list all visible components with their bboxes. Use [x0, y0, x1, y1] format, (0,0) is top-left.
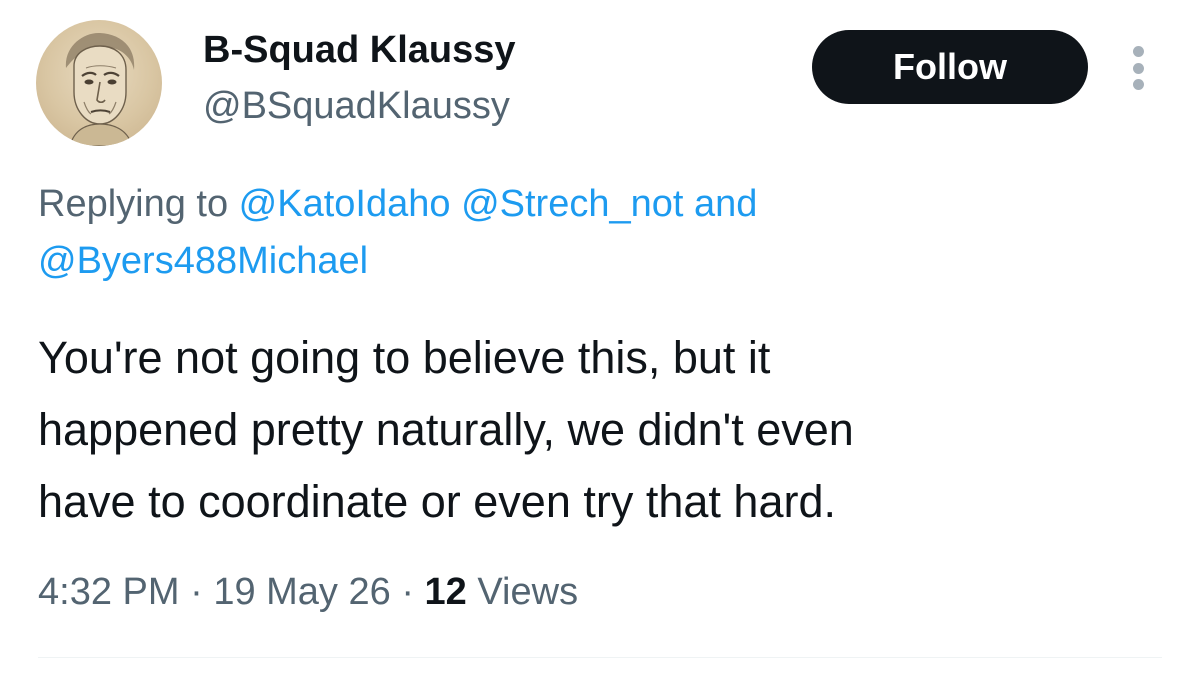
mention-link[interactable]: @KatoIdaho	[239, 183, 451, 225]
tweet-card: B-Squad Klaussy @BSquadKlaussy Follow Re…	[0, 0, 1200, 675]
replying-to-label: Replying to	[38, 183, 239, 225]
mention-link[interactable]: @Strech_not	[461, 183, 683, 225]
author-display-name[interactable]: B-Squad Klaussy	[203, 28, 516, 72]
views-count[interactable]: 12	[425, 571, 467, 613]
vertical-ellipsis-icon	[1132, 62, 1144, 74]
tweet-time[interactable]: 4:32 PM	[38, 571, 180, 613]
tweet-text-line: You're not going to believe this, but it	[38, 332, 771, 383]
author-handle[interactable]: @BSquadKlaussy	[203, 84, 510, 128]
vertical-ellipsis-icon	[1132, 79, 1144, 90]
avatar[interactable]	[36, 20, 162, 146]
mention-link[interactable]: @Byers488Michael	[38, 240, 368, 282]
views-label[interactable]: Views	[477, 571, 578, 613]
profile-portrait-icon	[65, 32, 135, 146]
more-options-button[interactable]	[1118, 40, 1158, 96]
follow-button[interactable]: Follow	[812, 30, 1088, 104]
tweet-text: You're not going to believe this, but it…	[38, 322, 1158, 538]
tweet-date[interactable]: 19 May 26	[213, 571, 390, 613]
tweet-text-line: have to coordinate or even try that hard…	[38, 476, 836, 527]
tweet-meta: 4:32 PM · 19 May 26 · 12 Views	[38, 564, 578, 620]
vertical-ellipsis-icon	[1132, 46, 1144, 57]
meta-separator: ·	[190, 571, 203, 613]
mention-conjunction[interactable]: and	[683, 183, 757, 225]
meta-separator: ·	[401, 571, 414, 613]
tweet-text-line: happened pretty naturally, we didn't eve…	[38, 404, 854, 455]
replying-to: Replying to @KatoIdaho @Strech_not and @B…	[38, 176, 1158, 290]
divider	[38, 657, 1162, 658]
